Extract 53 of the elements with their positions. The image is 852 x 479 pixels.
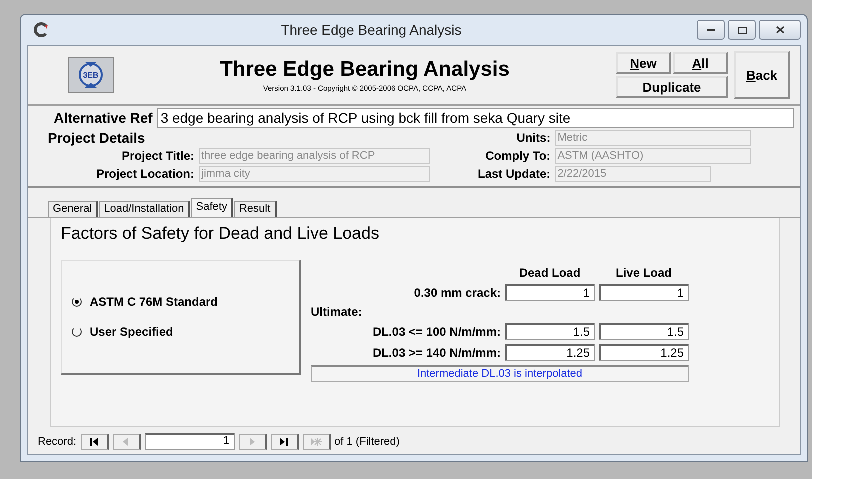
nav-button[interactable] (80, 434, 109, 450)
minimize-button[interactable] (697, 20, 725, 40)
radio-option[interactable]: User Specified (72, 325, 299, 339)
new-record-icon (310, 436, 322, 446)
input-field[interactable]: 1.25 (599, 344, 689, 361)
first-record-icon (88, 436, 100, 446)
close-button[interactable] (759, 20, 801, 40)
close-icon (776, 26, 784, 34)
toolbar-button[interactable]: Back (734, 51, 790, 99)
maximize-button[interactable] (728, 20, 756, 40)
app-title: Three Edge Bearing Analysis (220, 58, 510, 82)
field-label: Project Title: (121, 149, 194, 163)
input-field[interactable]: 1.25 (505, 344, 595, 361)
tab[interactable]: Load/Installation (99, 201, 190, 217)
input-field[interactable]: 1 (599, 284, 689, 301)
field-label: Last Update: (478, 167, 551, 181)
field-label: Comply To: (484, 149, 551, 163)
row-label: DL.03 >= 140 N/m/mm: (372, 346, 501, 360)
field-label: Alternative Ref (54, 110, 153, 126)
row-label: DL.03 <= 100 N/m/mm: (372, 324, 501, 338)
input-field[interactable]: 1 (505, 284, 595, 301)
record-field[interactable]: 1 (144, 433, 235, 450)
field-label: Project Location: (95, 167, 194, 181)
app-icon (33, 22, 49, 38)
row-label: 0.30 mm crack: (413, 286, 501, 300)
input-field[interactable]: 3 edge bearing analysis of RCP using bck fill from seka Quary site (156, 108, 794, 128)
field-label: Units: (516, 131, 551, 145)
input-field[interactable]: 1.5 (599, 323, 689, 340)
logo-icon (76, 61, 106, 89)
record-label: Record: (38, 436, 77, 448)
group-label: Ultimate: (311, 305, 364, 319)
minimize-icon (707, 28, 715, 32)
radio-option[interactable]: ASTM C 76M Standard (72, 295, 299, 309)
record-count: of 1 (Filtered) (334, 436, 400, 448)
maximize-icon (738, 26, 746, 34)
window-title: Three Edge Bearing Analysis (280, 22, 463, 38)
logo-text: 3EB (83, 70, 99, 80)
column-header: Live Load (614, 266, 673, 280)
info-note: Intermediate DL.03 is interpolated (311, 365, 689, 382)
toolbar-button[interactable]: New (616, 52, 671, 74)
last-record-icon (278, 436, 290, 446)
section-heading: Factors of Safety for Dead and Live Loads (61, 224, 380, 244)
tab[interactable]: Safety (191, 198, 234, 217)
section-heading: Project Details (48, 130, 146, 146)
input-field[interactable]: 1.5 (505, 323, 595, 340)
column-header: Dead Load (518, 266, 582, 280)
toolbar-button[interactable]: All (673, 52, 728, 74)
nav-button[interactable] (270, 434, 299, 450)
radio-button[interactable] (72, 297, 82, 307)
radio-button[interactable] (72, 327, 82, 337)
toolbar-button[interactable]: Duplicate (616, 76, 728, 98)
tab[interactable]: General (48, 201, 98, 217)
tab[interactable]: Result (234, 201, 277, 217)
